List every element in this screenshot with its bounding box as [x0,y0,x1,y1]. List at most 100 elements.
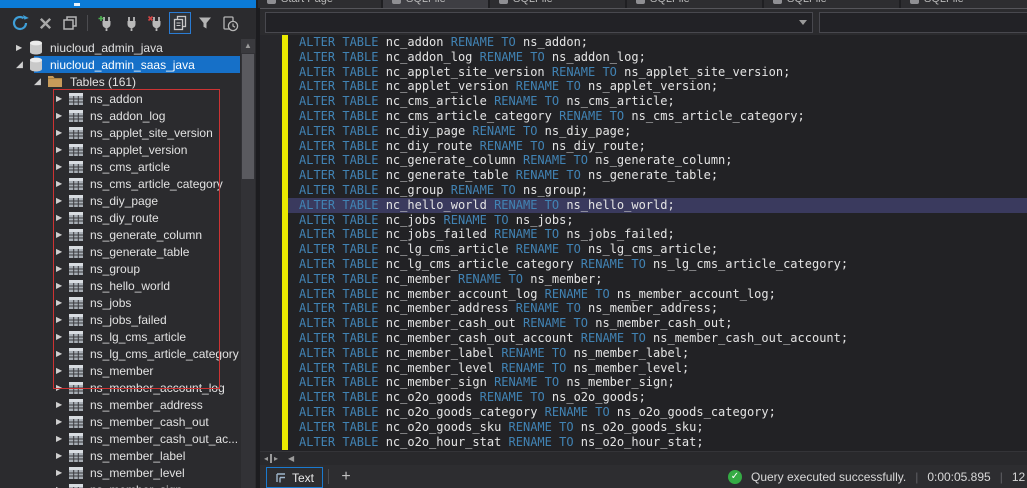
sql-line-7[interactable]: ALTER TABLE nc_diy_page RENAME TO ns_diy… [288,124,1027,139]
collapsed-arrow-icon[interactable]: ▶ [56,162,69,171]
tree-item-niucloud-admin-saas-java[interactable]: ◢niucloud_admin_saas_java [0,56,240,73]
connection-combobox[interactable] [265,12,813,33]
add-result-tab-button[interactable]: + [336,466,356,487]
expanded-arrow-icon[interactable]: ◢ [16,59,29,70]
tree-item-ns-member-account-log[interactable]: ▶ns_member_account_log [0,379,240,396]
collapsed-arrow-icon[interactable]: ▶ [56,281,69,290]
tree-item-ns-lg-cms-article-category[interactable]: ▶ns_lg_cms_article_category [0,345,240,362]
tree-item-ns-addon-log[interactable]: ▶ns_addon_log [0,107,240,124]
scroll-left-icon[interactable]: ◀ [288,454,294,463]
collapsed-arrow-icon[interactable]: ▶ [56,451,69,460]
tab-sqlfile-3[interactable]: SQLFile [627,0,762,8]
sql-line-24[interactable]: ALTER TABLE nc_member_sign RENAME TO ns_… [288,375,1027,390]
sql-line-25[interactable]: ALTER TABLE nc_o2o_goods RENAME TO ns_o2… [288,390,1027,405]
duplicate-icon[interactable] [169,12,191,34]
tab-sqlfile-4[interactable]: SQLFile [764,0,899,8]
collapsed-arrow-icon[interactable]: ▶ [56,128,69,137]
tree-item-ns-cms-article-category[interactable]: ▶ns_cms_article_category [0,175,240,192]
collapsed-arrow-icon[interactable]: ▶ [56,434,69,443]
tree-item-ns-member-cash-out-ac-[interactable]: ▶ns_member_cash_out_ac... [0,430,240,447]
collapsed-arrow-icon[interactable]: ▶ [56,298,69,307]
tree-item-ns-generate-table[interactable]: ▶ns_generate_table [0,243,240,260]
collapsed-arrow-icon[interactable]: ▶ [56,349,69,358]
sql-line-9[interactable]: ALTER TABLE nc_generate_column RENAME TO… [288,153,1027,168]
disconnect-icon[interactable] [144,12,166,34]
sql-line-27[interactable]: ALTER TABLE nc_o2o_goods_sku RENAME TO n… [288,420,1027,435]
tree-item-ns-member-sign[interactable]: ▶ns_member_sign [0,481,240,488]
collapsed-arrow-icon[interactable]: ▶ [56,366,69,375]
sql-line-17[interactable]: ALTER TABLE nc_member RENAME TO ns_membe… [288,272,1027,287]
collapsed-arrow-icon[interactable]: ▶ [56,264,69,273]
sql-line-3[interactable]: ALTER TABLE nc_applet_site_version RENAM… [288,65,1027,80]
collapsed-arrow-icon[interactable]: ▶ [56,247,69,256]
collapsed-arrow-icon[interactable]: ▶ [56,196,69,205]
tree-item-tables-161-[interactable]: ◢Tables (161) [0,73,240,90]
refresh-icon[interactable] [9,12,31,34]
sql-line-2[interactable]: ALTER TABLE nc_addon_log RENAME TO ns_ad… [288,50,1027,65]
tree-item-ns-jobs[interactable]: ▶ns_jobs [0,294,240,311]
tree-item-ns-jobs-failed[interactable]: ▶ns_jobs_failed [0,311,240,328]
sql-line-15[interactable]: ALTER TABLE nc_lg_cms_article RENAME TO … [288,242,1027,257]
collapsed-arrow-icon[interactable]: ▶ [56,179,69,188]
tree-item-ns-diy-page[interactable]: ▶ns_diy_page [0,192,240,209]
collapsed-arrow-icon[interactable]: ▶ [56,383,69,392]
collapsed-arrow-icon[interactable]: ▶ [56,417,69,426]
tab-sqlfile-5[interactable]: SQLFile [901,0,1027,8]
tree-item-ns-hello-world[interactable]: ▶ns_hello_world [0,277,240,294]
sql-line-19[interactable]: ALTER TABLE nc_member_address RENAME TO … [288,301,1027,316]
tree-item-ns-addon[interactable]: ▶ns_addon [0,90,240,107]
sql-line-28[interactable]: ALTER TABLE nc_o2o_hour_stat RENAME TO n… [288,435,1027,450]
tree-item-ns-applet-site-version[interactable]: ▶ns_applet_site_version [0,124,240,141]
tree-item-ns-lg-cms-article[interactable]: ▶ns_lg_cms_article [0,328,240,345]
sql-line-12[interactable]: ALTER TABLE nc_hello_world RENAME TO ns_… [288,198,1027,213]
new-connection-icon[interactable] [94,12,116,34]
sql-line-21[interactable]: ALTER TABLE nc_member_cash_out_account R… [288,331,1027,346]
result-tab-text[interactable]: Text [266,467,323,488]
collapsed-arrow-icon[interactable]: ▶ [56,400,69,409]
sql-line-20[interactable]: ALTER TABLE nc_member_cash_out RENAME TO… [288,316,1027,331]
schedule-icon[interactable] [219,12,241,34]
sql-line-8[interactable]: ALTER TABLE nc_diy_route RENAME TO ns_di… [288,139,1027,154]
sql-line-26[interactable]: ALTER TABLE nc_o2o_goods_category RENAME… [288,405,1027,420]
sql-line-11[interactable]: ALTER TABLE nc_group RENAME TO ns_group; [288,183,1027,198]
collapsed-arrow-icon[interactable]: ▶ [16,43,29,52]
tree-scrollbar[interactable]: ▲ [241,39,255,488]
splitter-grip-icon[interactable]: ◂▸ [264,454,278,463]
filter-icon[interactable] [194,12,216,34]
tree-scrollbar-thumb[interactable] [242,54,254,179]
sql-line-16[interactable]: ALTER TABLE nc_lg_cms_article_category R… [288,257,1027,272]
sql-line-4[interactable]: ALTER TABLE nc_applet_version RENAME TO … [288,79,1027,94]
tree-item-ns-diy-route[interactable]: ▶ns_diy_route [0,209,240,226]
sql-code-area[interactable]: ALTER TABLE nc_addon RENAME TO ns_addon;… [260,35,1027,451]
tree-item-ns-member-label[interactable]: ▶ns_member_label [0,447,240,464]
expanded-arrow-icon[interactable]: ◢ [34,76,47,87]
tree-item-ns-member[interactable]: ▶ns_member [0,362,240,379]
tree-item-ns-member-level[interactable]: ▶ns_member_level [0,464,240,481]
tree-item-ns-cms-article[interactable]: ▶ns_cms_article [0,158,240,175]
tab-sqlfile-2[interactable]: SQLFile [490,0,625,8]
collapsed-arrow-icon[interactable]: ▶ [56,213,69,222]
sql-line-10[interactable]: ALTER TABLE nc_generate_table RENAME TO … [288,168,1027,183]
collapsed-arrow-icon[interactable]: ▶ [56,468,69,477]
tree-item-ns-applet-version[interactable]: ▶ns_applet_version [0,141,240,158]
sql-line-6[interactable]: ALTER TABLE nc_cms_article_category RENA… [288,109,1027,124]
collapsed-arrow-icon[interactable]: ▶ [56,111,69,120]
sql-line-22[interactable]: ALTER TABLE nc_member_label RENAME TO ns… [288,346,1027,361]
tree-item-ns-group[interactable]: ▶ns_group [0,260,240,277]
collapsed-arrow-icon[interactable]: ▶ [56,145,69,154]
scroll-up-icon[interactable]: ▲ [241,39,255,53]
collapsed-arrow-icon[interactable]: ▶ [56,230,69,239]
sql-line-14[interactable]: ALTER TABLE nc_jobs_failed RENAME TO ns_… [288,227,1027,242]
database-combobox[interactable] [819,12,1027,33]
collapsed-arrow-icon[interactable]: ▶ [56,332,69,341]
tab-sqlfile-1[interactable]: SQLFile [383,0,488,8]
connection-icon[interactable] [119,12,141,34]
sql-line-13[interactable]: ALTER TABLE nc_jobs RENAME TO ns_jobs; [288,213,1027,228]
sql-line-18[interactable]: ALTER TABLE nc_member_account_log RENAME… [288,287,1027,302]
sql-line-23[interactable]: ALTER TABLE nc_member_level RENAME TO ns… [288,361,1027,376]
tree-item-ns-member-address[interactable]: ▶ns_member_address [0,396,240,413]
tree-item-ns-generate-column[interactable]: ▶ns_generate_column [0,226,240,243]
tree-item-ns-member-cash-out[interactable]: ▶ns_member_cash_out [0,413,240,430]
cascade-windows-icon[interactable] [59,12,81,34]
close-icon[interactable] [34,12,56,34]
